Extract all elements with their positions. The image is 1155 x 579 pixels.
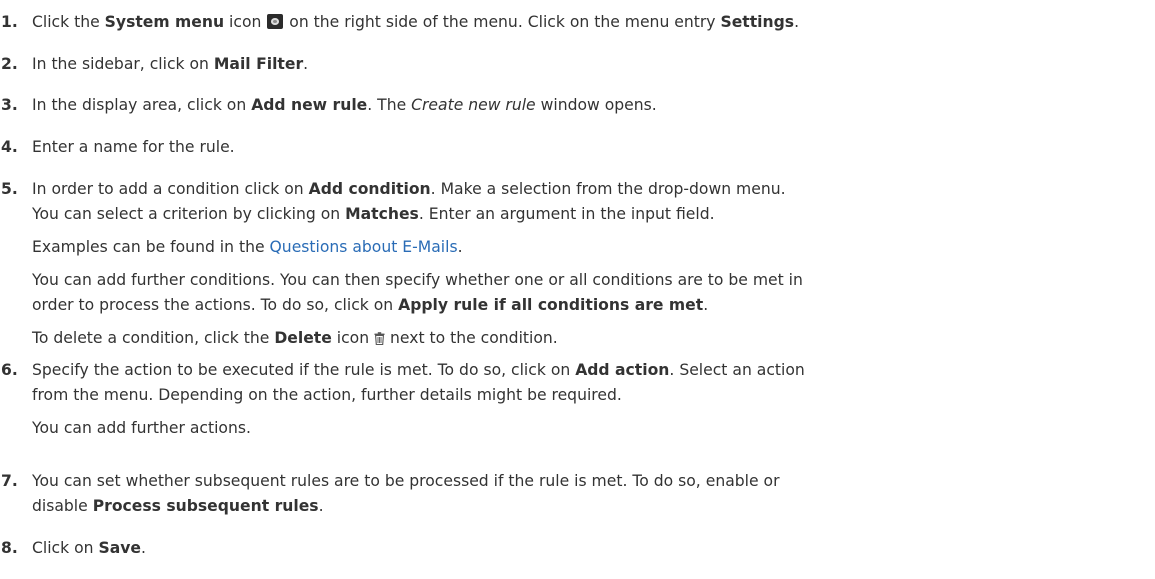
step-body: Specify the action to be executed if the…	[32, 358, 1132, 441]
text: You can select a criterion by clicking o…	[32, 205, 346, 223]
text: .	[703, 296, 709, 314]
step-line: In order to add a condition click on Add…	[32, 177, 1132, 202]
step-line: Examples can be found in the Questions a…	[32, 235, 1132, 260]
text: . Make a selection from the drop-down me…	[430, 180, 786, 198]
ui-term-add-action: Add action	[575, 361, 670, 379]
ui-term-save: Save	[98, 539, 142, 557]
ui-term-system-menu: System menu	[104, 13, 225, 31]
step-body: In the display area, click on Add new ru…	[32, 93, 1132, 118]
step-number: 4.	[1, 138, 18, 156]
text: on the right side of the menu. Click on …	[284, 13, 721, 31]
step-number: 8.	[1, 539, 18, 557]
step-line: Enter a name for the rule.	[32, 135, 1132, 160]
text: You can set whether subsequent rules are…	[32, 472, 780, 490]
questions-about-emails-link[interactable]: Questions about E-Mails	[270, 238, 458, 256]
text: Click on	[32, 539, 99, 557]
text: In the display area, click on	[32, 96, 252, 114]
text: disable	[32, 497, 93, 515]
step-line: Click on Save.	[32, 536, 1132, 561]
ui-term-settings: Settings	[720, 13, 795, 31]
text: .	[457, 238, 463, 256]
ui-term-process-subsequent-rules: Process subsequent rules	[92, 497, 319, 515]
text: In order to add a condition click on	[32, 180, 309, 198]
step-number: 2.	[1, 55, 18, 73]
step-line: disable Process subsequent rules.	[32, 494, 1132, 519]
text: .	[303, 55, 309, 73]
instruction-steps: 1. Click the System menu icon on the rig…	[0, 0, 1155, 579]
text: window opens.	[535, 96, 657, 114]
ui-term-add-new-rule: Add new rule	[251, 96, 368, 114]
text: next to the condition.	[385, 329, 558, 347]
text: . The	[367, 96, 412, 114]
text: icon	[224, 13, 267, 31]
step-body: Click the System menu icon on the right …	[32, 10, 1132, 35]
step-line: You can add further conditions. You can …	[32, 268, 1132, 293]
step-line: To delete a condition, click the Delete …	[32, 326, 1132, 351]
step-body: In the sidebar, click on Mail Filter.	[32, 52, 1132, 77]
step-line: Click the System menu icon on the right …	[32, 10, 1132, 35]
ui-term-mail-filter: Mail Filter	[213, 55, 304, 73]
text: To delete a condition, click the	[32, 329, 275, 347]
ui-term-add-condition: Add condition	[308, 180, 431, 198]
step-number: 1.	[1, 13, 18, 31]
step-line: from the menu. Depending on the action, …	[32, 383, 1132, 408]
step-line: You can select a criterion by clicking o…	[32, 202, 1132, 227]
step-body: Click on Save.	[32, 536, 1132, 561]
ui-term-delete: Delete	[274, 329, 332, 347]
step-number: 3.	[1, 96, 18, 114]
step-body: You can set whether subsequent rules are…	[32, 469, 1132, 519]
step-line: order to process the actions. To do so, …	[32, 293, 1132, 318]
text: .	[141, 539, 146, 557]
text: .	[794, 13, 800, 31]
system-menu-icon	[267, 14, 284, 29]
text: . Select an action	[669, 361, 805, 379]
ui-term-matches: Matches	[345, 205, 419, 223]
step-line: You can add further actions.	[32, 416, 1132, 441]
step-line: In the sidebar, click on Mail Filter.	[32, 52, 1132, 77]
step-line: You can set whether subsequent rules are…	[32, 469, 1132, 494]
step-number: 5.	[1, 180, 18, 198]
step-line: In the display area, click on Add new ru…	[32, 93, 1132, 118]
step-body: Enter a name for the rule.	[32, 135, 1132, 160]
text: from the menu. Depending on the action, …	[32, 386, 622, 404]
step-body: In order to add a condition click on Add…	[32, 177, 1132, 351]
text: In the sidebar, click on	[32, 55, 214, 73]
step-number: 6.	[1, 361, 18, 379]
text: Examples can be found in the	[32, 238, 270, 256]
step-number: 7.	[1, 472, 18, 490]
text: icon	[331, 329, 375, 347]
text: You can add further actions.	[32, 419, 251, 437]
text: Click the	[32, 13, 105, 31]
text: .	[318, 497, 324, 515]
text: Specify the action to be executed if the…	[32, 361, 576, 379]
ui-term-apply-rule-if-all: Apply rule if all conditions are met	[398, 296, 704, 314]
step-line: Specify the action to be executed if the…	[32, 358, 1132, 383]
text: order to process the actions. To do so, …	[32, 296, 399, 314]
trash-icon	[374, 332, 385, 345]
text: You can add further conditions. You can …	[32, 271, 803, 289]
text: Enter a name for the rule.	[32, 138, 235, 156]
ui-term-create-new-rule: Create new rule	[411, 96, 536, 114]
text: . Enter an argument in the input field.	[418, 205, 715, 223]
